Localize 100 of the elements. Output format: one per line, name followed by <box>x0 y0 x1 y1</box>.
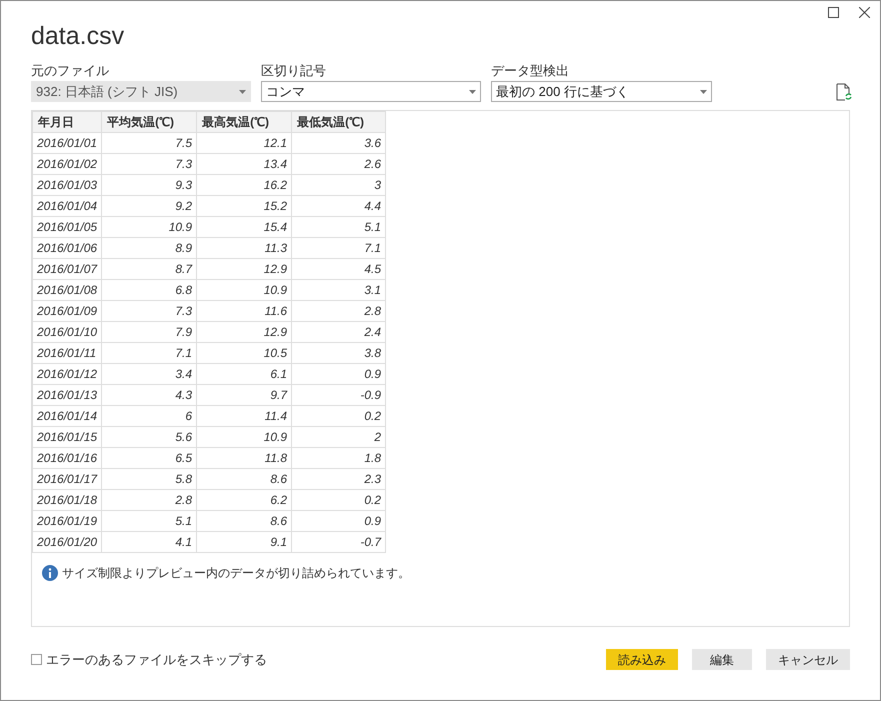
table-cell: 10.9 <box>102 216 197 238</box>
table-cell: 0.9 <box>292 510 386 532</box>
caret-icon <box>239 90 246 94</box>
table-cell: 8.7 <box>102 258 197 280</box>
table-cell: 2016/01/03 <box>32 174 102 196</box>
table-cell: 3.8 <box>292 342 386 364</box>
table-cell: 6 <box>102 406 197 426</box>
table-cell: 2 <box>292 426 386 448</box>
table-cell: 2.3 <box>292 468 386 490</box>
table-cell: 9.2 <box>102 196 197 216</box>
table-cell: 10.9 <box>196 426 292 448</box>
table-cell: 2016/01/13 <box>32 384 102 406</box>
table-cell: 2016/01/20 <box>32 532 102 552</box>
table-cell: 2016/01/18 <box>32 490 102 510</box>
caret-icon <box>469 90 476 94</box>
table-cell: 2016/01/11 <box>32 342 102 364</box>
table-cell: 4.3 <box>102 384 197 406</box>
table-cell: 2.4 <box>292 322 386 342</box>
table-cell: 2.8 <box>102 490 197 510</box>
field-label: 元のファイル <box>31 63 109 79</box>
column-header: 最低気温(℃) <box>292 112 386 132</box>
table-cell: 7.9 <box>102 322 197 342</box>
table-cell: 11.3 <box>196 238 292 258</box>
field-label: データ型検出 <box>491 63 569 79</box>
table-cell: 2016/01/16 <box>32 448 102 468</box>
table-cell: -0.9 <box>292 384 386 406</box>
window-title: data.csv <box>31 21 124 51</box>
refresh-document-icon[interactable] <box>836 83 852 101</box>
table-cell: 2.8 <box>292 300 386 322</box>
table-cell: 15.2 <box>196 196 292 216</box>
caret-icon <box>700 90 707 94</box>
table-cell: 5.8 <box>102 468 197 490</box>
column-header: 年月日 <box>32 112 102 132</box>
table-cell: 6.5 <box>102 448 197 468</box>
column-header: 最高気温(℃) <box>196 112 292 132</box>
table-cell: 9.1 <box>196 532 292 552</box>
dropdown[interactable]: コンマ <box>261 81 481 102</box>
table-cell: 6.1 <box>196 364 292 384</box>
table-cell: 7.3 <box>102 300 197 322</box>
table-cell: 2016/01/08 <box>32 280 102 300</box>
table-cell: 13.4 <box>196 154 292 174</box>
dialog-button[interactable]: キャンセル <box>766 649 850 670</box>
table-cell: 8.6 <box>196 510 292 532</box>
table-cell: 5.1 <box>292 216 386 238</box>
table-cell: 7.1 <box>102 342 197 364</box>
table-cell: 3.6 <box>292 132 386 154</box>
dialog-button[interactable]: 読み込み <box>606 649 678 670</box>
column-header: 平均気温(℃) <box>102 112 197 132</box>
table-cell: 10.9 <box>196 280 292 300</box>
table-cell: 3.1 <box>292 280 386 300</box>
table-cell: 2016/01/12 <box>32 364 102 384</box>
field-label: 区切り記号 <box>261 63 326 79</box>
table-cell: 2016/01/17 <box>32 468 102 490</box>
table-cell: 2016/01/05 <box>32 216 102 238</box>
table-cell: 0.2 <box>292 490 386 510</box>
table-cell: 4.4 <box>292 196 386 216</box>
table-cell: 12.9 <box>196 322 292 342</box>
table-cell: 11.4 <box>196 406 292 426</box>
table-cell: 5.6 <box>102 426 197 448</box>
table-cell: 7.1 <box>292 238 386 258</box>
table-cell: 2016/01/07 <box>32 258 102 280</box>
notice-text: サイズ制限よりプレビュー内のデータが切り詰められています。 <box>62 565 410 582</box>
table-cell: 1.8 <box>292 448 386 468</box>
close-icon[interactable] <box>859 7 870 18</box>
table-cell: 2016/01/15 <box>32 426 102 448</box>
table-cell: 7.3 <box>102 154 197 174</box>
maximize-icon[interactable] <box>828 7 839 18</box>
skip-errors-checkbox[interactable]: エラーのあるファイルをスキップする <box>31 650 267 670</box>
table-cell: 3 <box>292 174 386 196</box>
table-cell: 11.8 <box>196 448 292 468</box>
table-cell: 6.2 <box>196 490 292 510</box>
table-cell: 4.1 <box>102 532 197 552</box>
table-cell: 8.6 <box>196 468 292 490</box>
info-icon <box>42 565 58 581</box>
dialog-button[interactable]: 編集 <box>692 649 752 670</box>
table-cell: 7.5 <box>102 132 197 154</box>
dropdown[interactable]: 最初の 200 行に基づく <box>491 81 712 102</box>
table-cell: 0.9 <box>292 364 386 384</box>
table-cell: 6.8 <box>102 280 197 300</box>
table-cell: 3.4 <box>102 364 197 384</box>
table-cell: 2016/01/04 <box>32 196 102 216</box>
table-cell: 12.1 <box>196 132 292 154</box>
table-cell: 9.3 <box>102 174 197 196</box>
table-cell: 4.5 <box>292 258 386 280</box>
table-cell: 12.9 <box>196 258 292 280</box>
table-cell: -0.7 <box>292 532 386 552</box>
table-cell: 2016/01/06 <box>32 238 102 258</box>
table-cell: 15.4 <box>196 216 292 238</box>
table-cell: 2016/01/09 <box>32 300 102 322</box>
table-cell: 2016/01/01 <box>32 132 102 154</box>
table-cell: 16.2 <box>196 174 292 196</box>
table-cell: 9.7 <box>196 384 292 406</box>
table-cell: 2.6 <box>292 154 386 174</box>
table-cell: 11.6 <box>196 300 292 322</box>
table-cell: 8.9 <box>102 238 197 258</box>
table-cell: 2016/01/19 <box>32 510 102 532</box>
table-cell: 2016/01/02 <box>32 154 102 174</box>
table-cell: 2016/01/14 <box>32 406 102 426</box>
table-cell: 0.2 <box>292 406 386 426</box>
table-cell: 5.1 <box>102 510 197 532</box>
